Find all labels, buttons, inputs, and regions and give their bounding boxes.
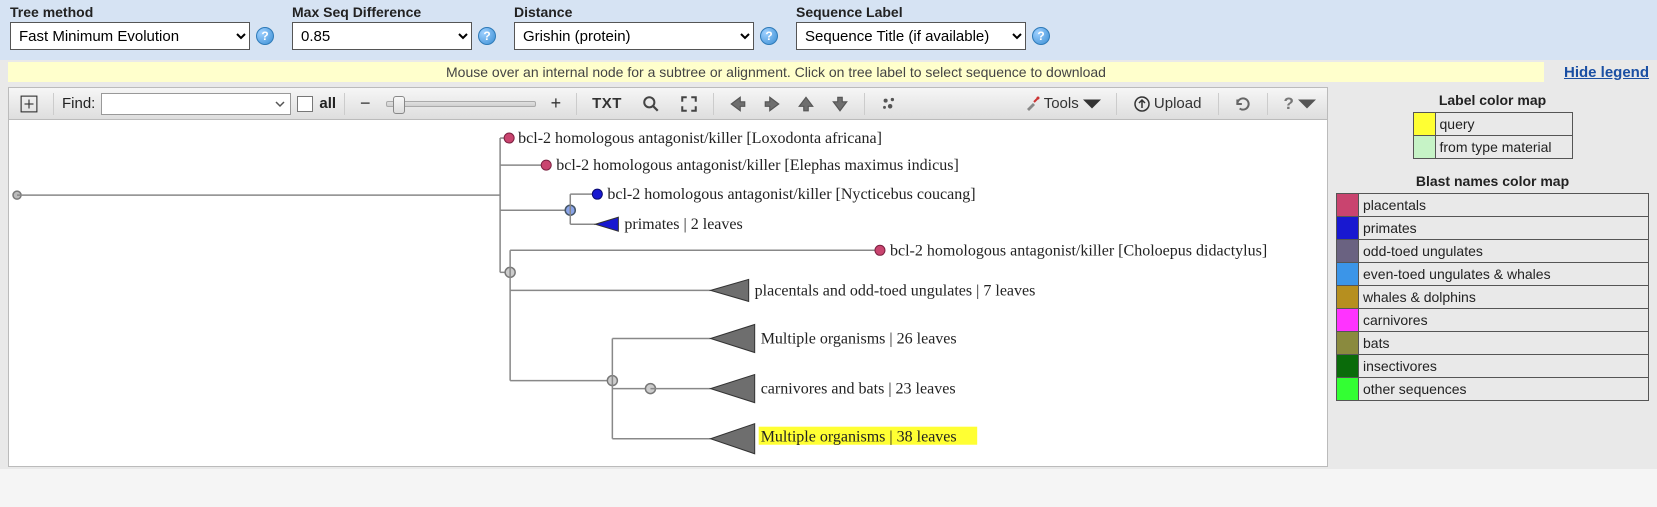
- tree-viewer-panel: Find: all − + TXT: [8, 87, 1328, 467]
- tree-method-label: Tree method: [10, 4, 274, 20]
- legend-row[interactable]: primates: [1337, 217, 1649, 240]
- legend-name: placentals: [1359, 194, 1649, 217]
- legend-name: even-toed ungulates & whales: [1359, 263, 1649, 286]
- tree-method-select[interactable]: Fast Minimum Evolution: [10, 22, 250, 50]
- tree-canvas[interactable]: bcl-2 homologous antagonist/killer [Loxo…: [9, 120, 1327, 466]
- refresh-icon[interactable]: [1227, 92, 1259, 116]
- sequence-label-select[interactable]: Sequence Title (if available): [796, 22, 1026, 50]
- arrow-up-icon[interactable]: [790, 92, 822, 116]
- distance-select[interactable]: Grishin (protein): [514, 22, 754, 50]
- zoom-slider[interactable]: [386, 101, 536, 107]
- leaf-loxodonta[interactable]: bcl-2 homologous antagonist/killer [Loxo…: [504, 130, 882, 147]
- max-seq-diff-select[interactable]: 0.85: [292, 22, 472, 50]
- magnifier-icon[interactable]: [635, 92, 667, 116]
- legend-row[interactable]: carnivores: [1337, 309, 1649, 332]
- hide-legend-link[interactable]: Hide legend: [1564, 64, 1649, 81]
- svg-text:Multiple organisms | 26 leaves: Multiple organisms | 26 leaves: [761, 331, 957, 348]
- svg-text:bcl-2 homologous antagonist/ki: bcl-2 homologous antagonist/killer [Chol…: [890, 242, 1267, 259]
- top-controls: Tree method Fast Minimum Evolution ? Max…: [0, 0, 1657, 60]
- legend-panel: Label color map query from type material…: [1332, 84, 1657, 469]
- svg-text:primates | 2 leaves: primates | 2 leaves: [624, 216, 742, 233]
- legend-row[interactable]: whales & dolphins: [1337, 286, 1649, 309]
- legend-name: primates: [1359, 217, 1649, 240]
- legend-row[interactable]: insectivores: [1337, 355, 1649, 378]
- txt-export-button[interactable]: TXT: [585, 92, 629, 116]
- svg-text:placentals and odd-toed ungula: placentals and odd-toed ungulates | 7 le…: [755, 282, 1036, 299]
- arrow-right-icon[interactable]: [756, 92, 788, 116]
- tools-button[interactable]: Tools: [1017, 92, 1108, 116]
- leaf-nycticebus[interactable]: bcl-2 homologous antagonist/killer [Nyct…: [592, 186, 975, 203]
- leaf-elephas[interactable]: bcl-2 homologous antagonist/killer [Elep…: [541, 157, 959, 174]
- help-icon[interactable]: ?: [1032, 27, 1050, 45]
- legend-row[interactable]: placentals: [1337, 194, 1649, 217]
- legend-name: whales & dolphins: [1359, 286, 1649, 309]
- legend-row[interactable]: odd-toed ungulates: [1337, 240, 1649, 263]
- legend-name: odd-toed ungulates: [1359, 240, 1649, 263]
- leaf-placentals-odd[interactable]: placentals and odd-toed ungulates | 7 le…: [711, 279, 1036, 301]
- legend-row: query: [1413, 113, 1572, 136]
- arrow-left-icon[interactable]: [722, 92, 754, 116]
- help-icon[interactable]: ?: [256, 27, 274, 45]
- zoom-out-button[interactable]: −: [353, 92, 378, 116]
- leaf-primates[interactable]: primates | 2 leaves: [595, 216, 742, 233]
- zoom-in-button[interactable]: +: [544, 92, 569, 116]
- legend-name: insectivores: [1359, 355, 1649, 378]
- svg-text:bcl-2 homologous antagonist/ki: bcl-2 homologous antagonist/killer [Loxo…: [518, 130, 882, 147]
- hint-text: Mouse over an internal node for a subtre…: [8, 62, 1544, 82]
- all-label: all: [319, 95, 336, 112]
- find-input[interactable]: [101, 93, 291, 115]
- blast-map-table: placentals primates odd-toed ungulates e…: [1336, 193, 1649, 401]
- leaf-multi38[interactable]: Multiple organisms | 38 leaves: [711, 424, 978, 454]
- svg-text:Multiple organisms | 38 leaves: Multiple organisms | 38 leaves: [761, 429, 957, 446]
- arrow-down-icon[interactable]: [824, 92, 856, 116]
- leaf-carnivores-bats[interactable]: carnivores and bats | 23 leaves: [711, 375, 956, 403]
- legend-row[interactable]: even-toed ungulates & whales: [1337, 263, 1649, 286]
- legend-name: bats: [1359, 332, 1649, 355]
- svg-text:bcl-2 homologous antagonist/ki: bcl-2 homologous antagonist/killer [Nyct…: [607, 186, 975, 203]
- leaf-multi26[interactable]: Multiple organisms | 26 leaves: [711, 324, 957, 352]
- help-dropdown-button[interactable]: ?: [1276, 92, 1323, 116]
- svg-text:bcl-2 homologous antagonist/ki: bcl-2 homologous antagonist/killer [Elep…: [556, 157, 959, 174]
- sequence-label-group: Sequence Label Sequence Title (if availa…: [796, 4, 1050, 50]
- legend-name: other sequences: [1359, 378, 1649, 401]
- leaf-choloepus[interactable]: bcl-2 homologous antagonist/killer [Chol…: [875, 242, 1267, 259]
- viewer-toolbar: Find: all − + TXT: [9, 88, 1327, 120]
- legend-name: query: [1435, 113, 1572, 136]
- tree-method-group: Tree method Fast Minimum Evolution ?: [10, 4, 274, 50]
- expand-square-icon[interactable]: [13, 92, 45, 116]
- sequence-label-label: Sequence Label: [796, 4, 1050, 20]
- all-checkbox[interactable]: [297, 96, 313, 112]
- help-icon[interactable]: ?: [478, 27, 496, 45]
- legend-name: carnivores: [1359, 309, 1649, 332]
- cluster-icon[interactable]: [873, 92, 905, 116]
- svg-text:carnivores and bats | 23 leave: carnivores and bats | 23 leaves: [761, 381, 956, 398]
- find-label: Find:: [62, 95, 95, 112]
- max-seq-diff-label: Max Seq Difference: [292, 4, 496, 20]
- label-map-title: Label color map: [1336, 92, 1649, 108]
- nav-arrows-group: [722, 92, 856, 116]
- distance-label: Distance: [514, 4, 778, 20]
- distance-group: Distance Grishin (protein) ?: [514, 4, 778, 50]
- label-map-table: query from type material: [1413, 112, 1573, 159]
- upload-button[interactable]: Upload: [1125, 92, 1211, 116]
- legend-row[interactable]: bats: [1337, 332, 1649, 355]
- fit-screen-icon[interactable]: [673, 92, 705, 116]
- blast-map-title: Blast names color map: [1336, 173, 1649, 189]
- legend-row[interactable]: other sequences: [1337, 378, 1649, 401]
- legend-name: from type material: [1435, 136, 1572, 159]
- max-seq-diff-group: Max Seq Difference 0.85 ?: [292, 4, 496, 50]
- help-icon[interactable]: ?: [760, 27, 778, 45]
- hint-bar: Mouse over an internal node for a subtre…: [0, 60, 1657, 84]
- legend-row: from type material: [1413, 136, 1572, 159]
